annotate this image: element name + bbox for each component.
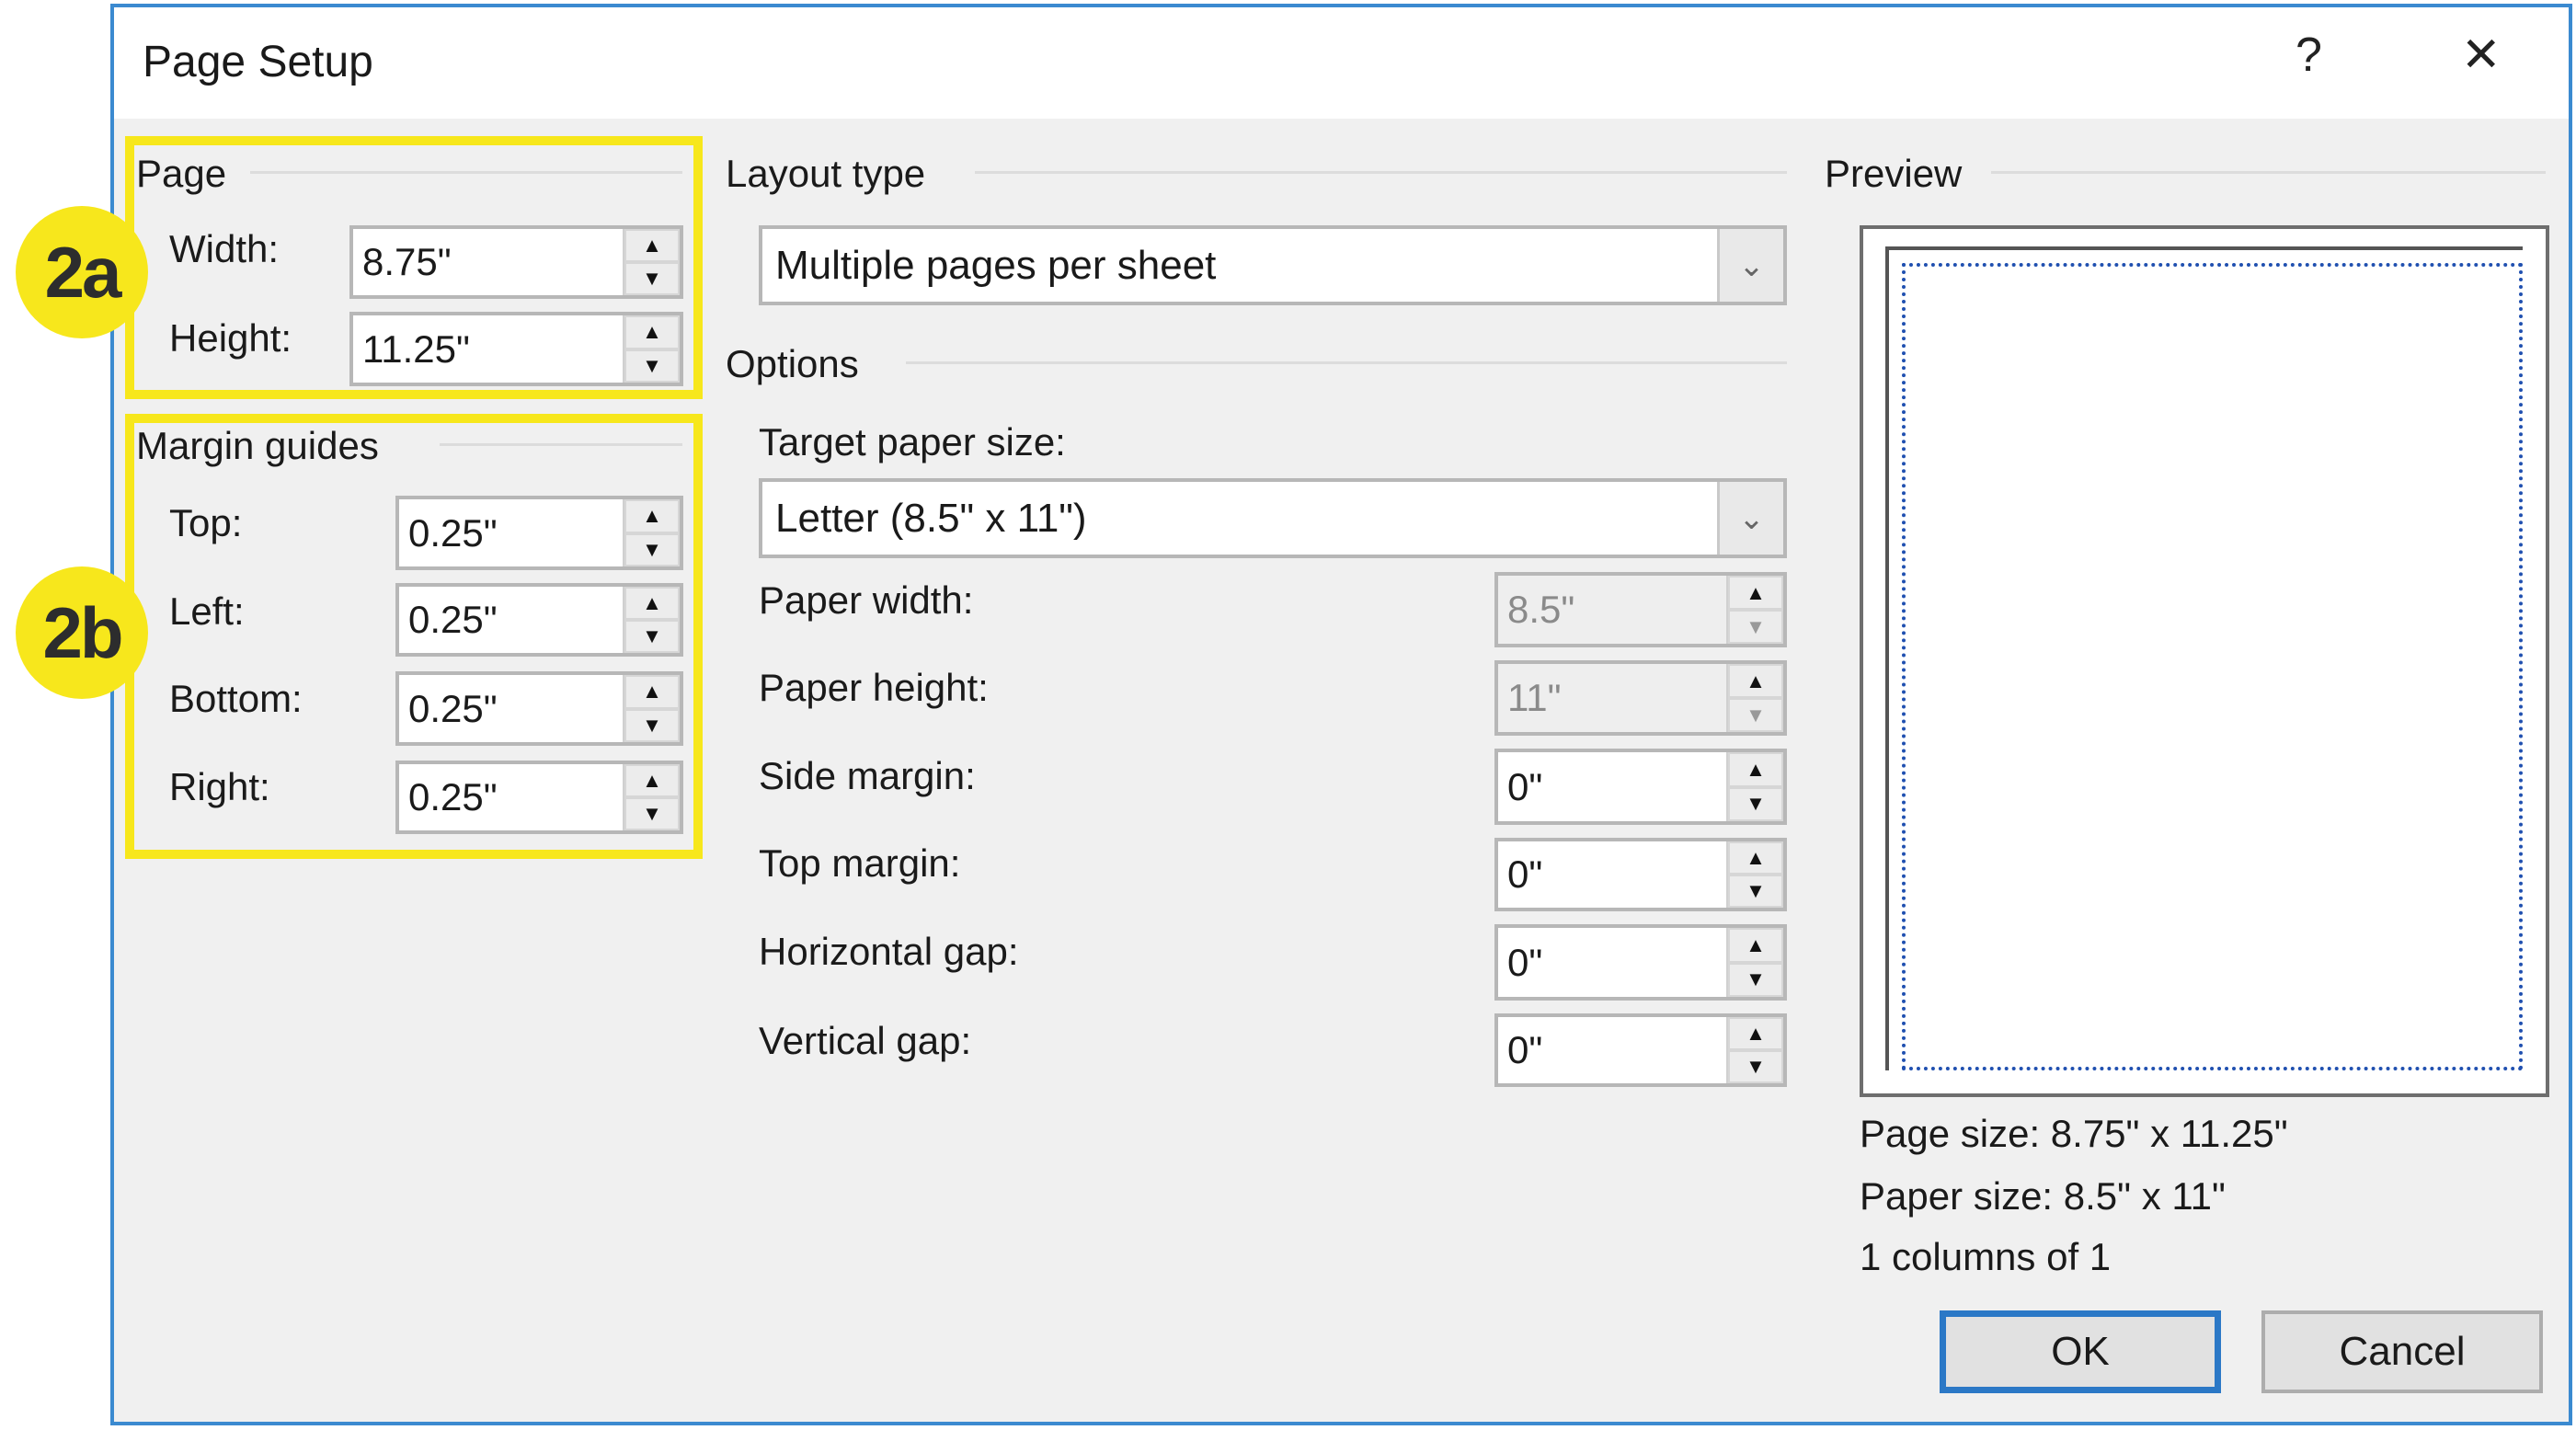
- spin-down-icon[interactable]: ▼: [1728, 962, 1783, 997]
- spin-up-icon: ▲: [1728, 664, 1783, 698]
- paper-height-stepper: 11" ▲ ▼: [1494, 660, 1787, 736]
- paper-width-input: 8.5": [1498, 576, 1726, 644]
- target-paper-size-value: Letter (8.5" x 11"): [775, 495, 1087, 541]
- horizontal-gap-label: Horizontal gap:: [759, 930, 1019, 973]
- dialog-title: Page Setup: [143, 38, 373, 86]
- page-group-header: Page: [136, 152, 227, 195]
- side-margin-stepper[interactable]: 0" ▲ ▼: [1494, 749, 1787, 825]
- badge-2b: 2b: [16, 566, 148, 699]
- paper-height-label: Paper height:: [759, 666, 989, 709]
- right-margin-input[interactable]: 0.25": [399, 764, 623, 830]
- spin-up-icon[interactable]: ▲: [624, 675, 680, 709]
- help-button[interactable]: ?: [2296, 28, 2322, 83]
- spin-up-icon[interactable]: ▲: [624, 229, 680, 262]
- preview-page-outline: [1902, 263, 2523, 1070]
- bottom-label: Bottom:: [169, 677, 303, 720]
- margin-group-header: Margin guides: [136, 424, 379, 467]
- preview-header: Preview: [1825, 152, 1963, 195]
- horizontal-gap-stepper[interactable]: 0" ▲ ▼: [1494, 924, 1787, 1001]
- spin-up-icon[interactable]: ▲: [624, 499, 680, 533]
- chevron-down-icon[interactable]: ⌄: [1717, 482, 1783, 555]
- left-margin-input[interactable]: 0.25": [399, 587, 623, 653]
- layout-type-value: Multiple pages per sheet: [775, 242, 1217, 288]
- spin-up-icon[interactable]: ▲: [624, 587, 680, 620]
- layout-type-header: Layout type: [726, 152, 926, 195]
- options-header: Options: [726, 342, 859, 385]
- height-stepper[interactable]: 11.25" ▲ ▼: [349, 312, 683, 386]
- page-size-text: Page size: 8.75" x 11.25": [1860, 1112, 2288, 1155]
- horizontal-gap-input[interactable]: 0": [1498, 928, 1726, 997]
- divider: [975, 171, 1787, 174]
- vertical-gap-input[interactable]: 0": [1498, 1017, 1726, 1083]
- width-input[interactable]: 8.75": [353, 229, 623, 295]
- paper-width-label: Paper width:: [759, 578, 974, 622]
- title-bar: [114, 7, 2569, 119]
- spin-down-icon[interactable]: ▼: [1728, 1050, 1783, 1083]
- vertical-gap-stepper[interactable]: 0" ▲ ▼: [1494, 1013, 1787, 1087]
- left-margin-stepper[interactable]: 0.25" ▲ ▼: [395, 583, 683, 657]
- spin-up-icon[interactable]: ▲: [1728, 1017, 1783, 1050]
- bottom-margin-input[interactable]: 0.25": [399, 675, 623, 742]
- bottom-margin-stepper[interactable]: 0.25" ▲ ▼: [395, 671, 683, 746]
- top-margin-label: Top margin:: [759, 841, 961, 885]
- layout-type-dropdown[interactable]: Multiple pages per sheet ⌄: [759, 225, 1787, 305]
- divider: [250, 171, 682, 174]
- width-stepper[interactable]: 8.75" ▲ ▼: [349, 225, 683, 299]
- columns-text: 1 columns of 1: [1860, 1235, 2112, 1278]
- spin-down-icon[interactable]: ▼: [624, 797, 680, 830]
- spin-down-icon: ▼: [1728, 610, 1783, 644]
- width-label: Width:: [169, 227, 280, 270]
- spin-up-icon[interactable]: ▲: [1728, 752, 1783, 787]
- paper-size-text: Paper size: 8.5" x 11": [1860, 1174, 2226, 1218]
- spin-down-icon[interactable]: ▼: [624, 620, 680, 653]
- left-label: Left:: [169, 589, 245, 633]
- ok-button[interactable]: OK: [1940, 1310, 2221, 1393]
- right-label: Right:: [169, 765, 270, 808]
- options-top-margin-stepper[interactable]: 0" ▲ ▼: [1494, 838, 1787, 911]
- divider: [906, 361, 1787, 364]
- side-margin-input[interactable]: 0": [1498, 752, 1726, 821]
- side-margin-label: Side margin:: [759, 754, 976, 797]
- spin-down-icon[interactable]: ▼: [624, 262, 680, 295]
- height-label: Height:: [169, 316, 292, 360]
- spin-up-icon[interactable]: ▲: [1728, 928, 1783, 963]
- spin-down-icon: ▼: [1728, 698, 1783, 732]
- close-button[interactable]: ✕: [2461, 28, 2502, 83]
- vertical-gap-label: Vertical gap:: [759, 1019, 972, 1062]
- divider: [1991, 171, 2546, 174]
- paper-height-input: 11": [1498, 664, 1726, 732]
- height-input[interactable]: 11.25": [353, 315, 623, 383]
- spin-down-icon[interactable]: ▼: [1728, 875, 1783, 908]
- spin-up-icon[interactable]: ▲: [1728, 841, 1783, 875]
- spin-down-icon[interactable]: ▼: [1728, 786, 1783, 821]
- top-margin-input[interactable]: 0.25": [399, 499, 623, 566]
- target-paper-size-dropdown[interactable]: Letter (8.5" x 11") ⌄: [759, 478, 1787, 558]
- spin-down-icon[interactable]: ▼: [624, 708, 680, 742]
- paper-width-stepper: 8.5" ▲ ▼: [1494, 572, 1787, 647]
- spin-down-icon[interactable]: ▼: [624, 349, 680, 383]
- spin-up-icon: ▲: [1728, 576, 1783, 610]
- spin-up-icon[interactable]: ▲: [624, 764, 680, 797]
- divider: [440, 443, 682, 446]
- top-margin-stepper[interactable]: 0.25" ▲ ▼: [395, 496, 683, 570]
- right-margin-stepper[interactable]: 0.25" ▲ ▼: [395, 761, 683, 834]
- top-label: Top:: [169, 501, 243, 544]
- cancel-button[interactable]: Cancel: [2261, 1310, 2543, 1393]
- chevron-down-icon[interactable]: ⌄: [1717, 229, 1783, 302]
- target-paper-size-label: Target paper size:: [759, 420, 1066, 463]
- spin-up-icon[interactable]: ▲: [624, 315, 680, 349]
- spin-down-icon[interactable]: ▼: [624, 532, 680, 566]
- badge-2a: 2a: [16, 206, 148, 338]
- options-top-margin-input[interactable]: 0": [1498, 841, 1726, 908]
